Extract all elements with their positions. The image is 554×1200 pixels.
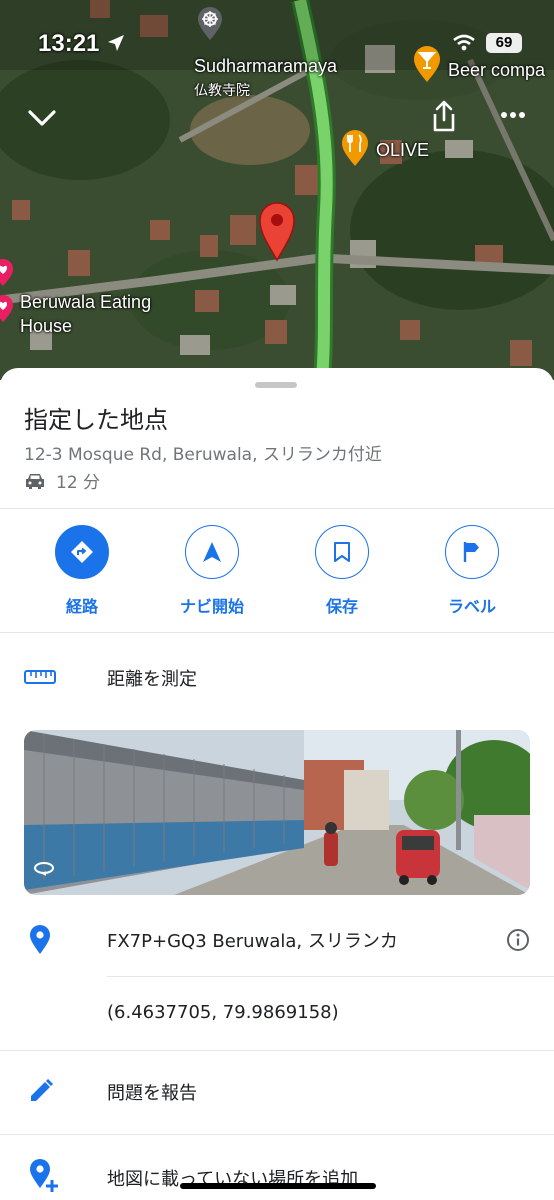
eating-house-label-line1[interactable]: Beruwala Eating	[20, 292, 151, 313]
bar-label[interactable]: Beer compa	[448, 60, 545, 81]
plus-code-row[interactable]: FX7P+GQ3 Beruwala, スリランカ	[0, 914, 554, 974]
car-icon	[26, 473, 44, 489]
report-problem-row[interactable]: 問題を報告	[0, 1062, 554, 1122]
drag-handle[interactable]	[255, 382, 297, 388]
ruler-icon	[24, 670, 56, 684]
map-view[interactable]: 13:21 69 Sudharmaramaya 仏教寺院 Beer compa …	[0, 0, 554, 380]
label-label: ラベル	[447, 597, 496, 616]
street-view-image	[24, 730, 530, 895]
temple-icon[interactable]	[196, 6, 224, 42]
location-pin-icon	[30, 925, 50, 954]
location-arrow-icon	[108, 35, 124, 51]
plus-code: FX7P+GQ3 Beruwala, スリランカ	[107, 931, 398, 952]
pencil-icon	[31, 1078, 54, 1101]
collapse-button[interactable]	[22, 100, 62, 136]
eating-house-icon[interactable]	[0, 258, 14, 288]
home-indicator	[180, 1183, 376, 1189]
save-button[interactable]: 保存	[287, 525, 397, 617]
navigation-label: ナビ開始	[179, 597, 244, 616]
action-bar: 経路 ナビ開始 保存 ラベル	[0, 525, 554, 616]
status-time: 13:21	[38, 30, 100, 57]
add-location-icon	[30, 1159, 58, 1192]
report-problem-label: 問題を報告	[107, 1083, 197, 1104]
place-sheet: 指定した地点 12-3 Mosque Rd, Beruwala, スリランカ付近…	[0, 368, 554, 1200]
divider	[0, 1050, 554, 1051]
flag-icon	[445, 525, 499, 579]
navigation-button[interactable]: ナビ開始	[157, 525, 267, 617]
share-icon	[433, 100, 455, 132]
restaurant-icon[interactable]	[340, 128, 370, 168]
place-address: 12-3 Mosque Rd, Beruwala, スリランカ付近	[24, 445, 382, 465]
street-view-360-icon	[34, 862, 54, 876]
save-label: 保存	[325, 597, 358, 616]
wifi-icon	[453, 34, 475, 51]
pin-icon	[259, 202, 295, 262]
measure-distance-label: 距離を測定	[107, 669, 197, 690]
label-button[interactable]: ラベル	[417, 525, 527, 617]
restaurant-label[interactable]: OLIVE	[376, 140, 429, 161]
share-button[interactable]	[426, 96, 462, 136]
bar-icon[interactable]	[412, 44, 442, 84]
eating-house-label-line2[interactable]: House	[20, 316, 72, 337]
drive-time-row: 12 分	[24, 468, 100, 493]
street-view-thumbnail[interactable]	[24, 730, 530, 895]
temple-type-label: 仏教寺院	[194, 82, 250, 98]
chevron-down-icon	[28, 110, 56, 126]
info-icon[interactable]	[506, 928, 530, 952]
divider	[107, 976, 554, 977]
battery-indicator: 69	[486, 33, 522, 53]
measure-distance-row[interactable]: 距離を測定	[0, 648, 554, 706]
divider	[0, 1134, 554, 1135]
divider	[0, 508, 554, 509]
divider	[0, 632, 554, 633]
bookmark-icon	[315, 525, 369, 579]
add-missing-place-row[interactable]: 地図に載っていない場所を追加	[0, 1148, 554, 1200]
drive-time: 12 分	[56, 473, 101, 493]
directions-button[interactable]: 経路	[27, 525, 137, 617]
directions-label: 経路	[65, 597, 98, 616]
directions-icon	[55, 525, 109, 579]
navigation-icon	[185, 525, 239, 579]
coordinates: (6.4637705, 79.9869158)	[107, 1002, 339, 1023]
place-title: 指定した地点	[24, 406, 168, 434]
more-icon	[501, 112, 525, 118]
temple-name-label[interactable]: Sudharmaramaya	[194, 56, 337, 77]
coordinates-row[interactable]: (6.4637705, 79.9869158)	[0, 988, 554, 1044]
more-button[interactable]	[496, 102, 530, 128]
eating-house-pin-icon[interactable]	[0, 294, 14, 324]
